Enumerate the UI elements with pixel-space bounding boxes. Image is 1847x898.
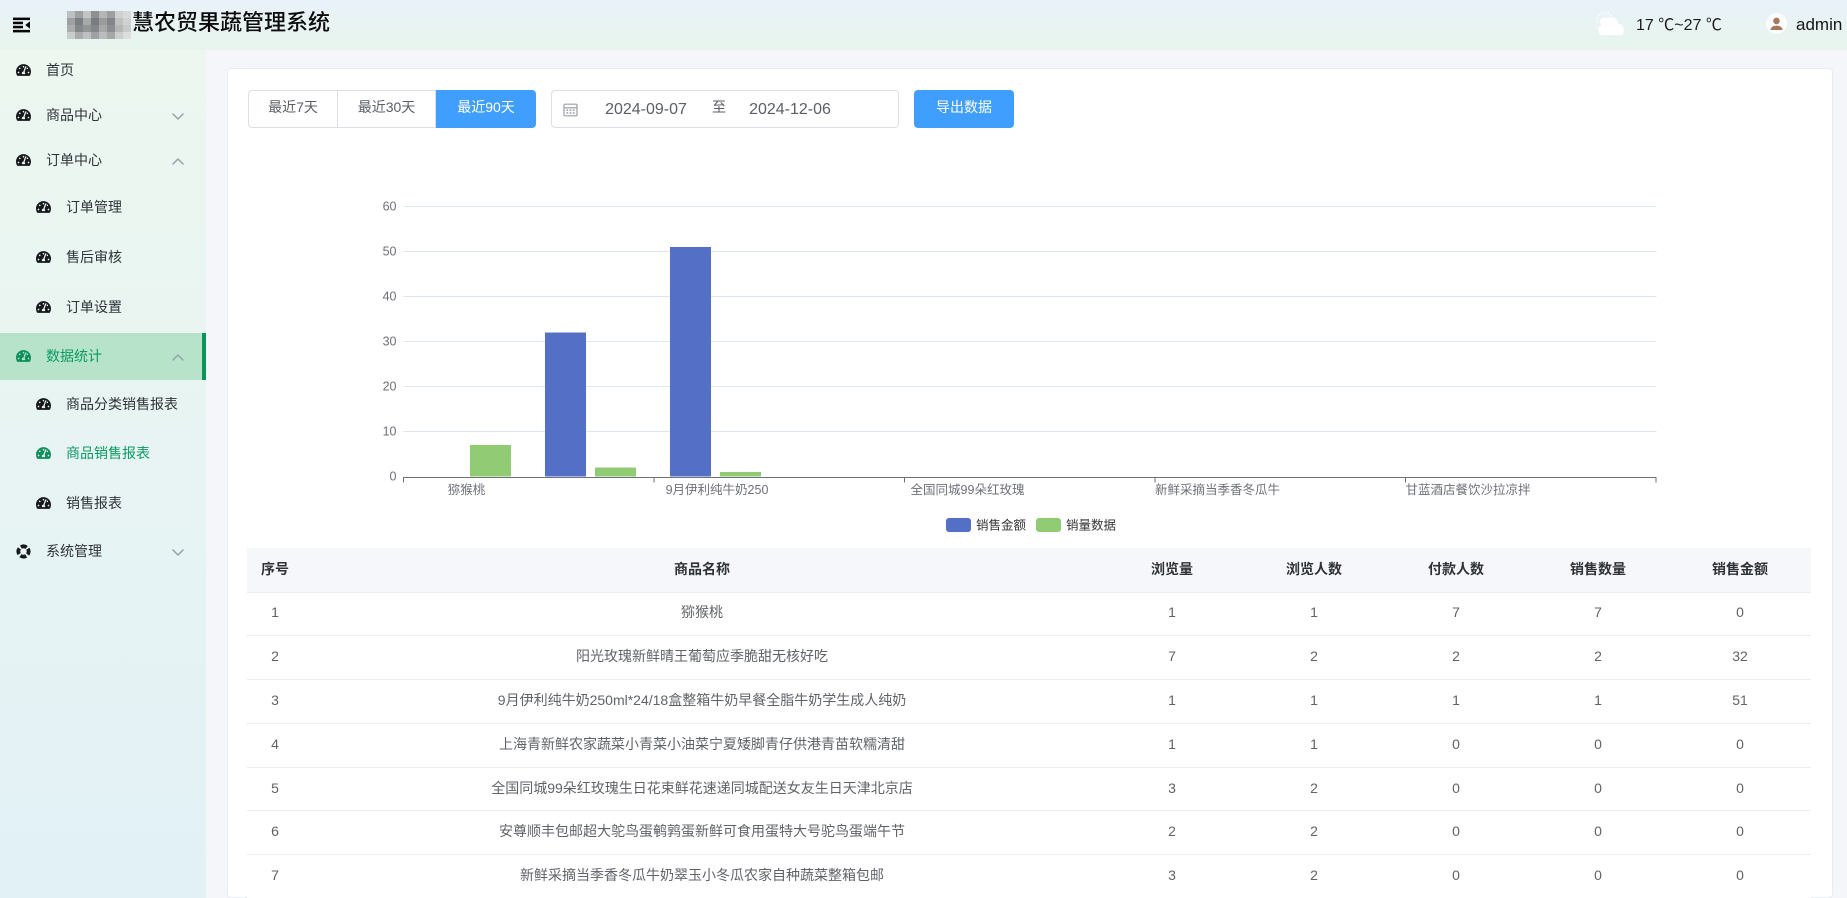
svg-text:60: 60 [383, 196, 397, 215]
svg-text:50: 50 [383, 241, 397, 260]
svg-text:30: 30 [383, 331, 397, 350]
svg-text:9月伊利纯牛奶250: 9月伊利纯牛奶250 [666, 479, 769, 498]
svg-text:20: 20 [383, 376, 397, 395]
svg-text:40: 40 [383, 286, 397, 305]
svg-text:猕猴桃: 猕猴桃 [448, 479, 486, 498]
svg-text:甘蓝酒店餐饮沙拉凉拌: 甘蓝酒店餐饮沙拉凉拌 [1405, 479, 1531, 498]
svg-text:销售金额: 销售金额 [976, 515, 1027, 534]
svg-text:全国同城99朵红玫瑰: 全国同城99朵红玫瑰 [911, 479, 1025, 498]
svg-text:销量数据: 销量数据 [1066, 515, 1116, 534]
svg-text:10: 10 [383, 421, 397, 440]
svg-text:新鲜采摘当季香冬瓜牛: 新鲜采摘当季香冬瓜牛 [1155, 479, 1280, 498]
svg-text:0: 0 [390, 466, 397, 485]
